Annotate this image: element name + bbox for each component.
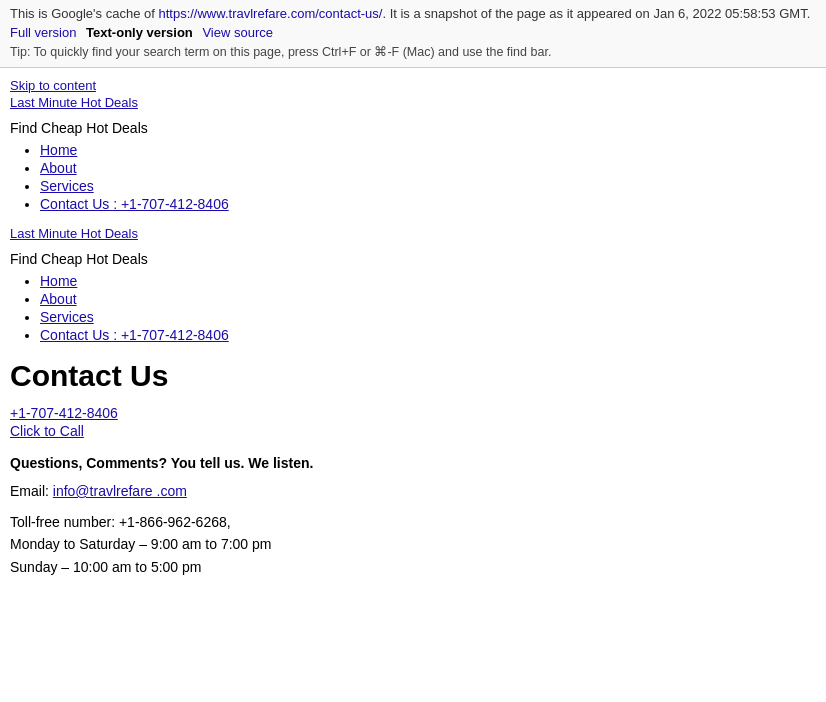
nav2-about-link[interactable]: About: [40, 291, 77, 307]
nav2-item-contact: Contact Us : +1-707-412-8406: [40, 327, 816, 343]
nav2-item-services: Services: [40, 309, 816, 325]
nav1-home-link[interactable]: Home: [40, 142, 77, 158]
cached-url-link[interactable]: https://www.travlrefare.com/contact-us/: [158, 6, 382, 21]
find-cheap-heading-1: Find Cheap Hot Deals: [10, 120, 816, 136]
nav-menu-2: Home About Services Contact Us : +1-707-…: [10, 273, 816, 343]
skip-to-content-link[interactable]: Skip to content: [10, 78, 816, 93]
contact-us-heading: Contact Us: [10, 359, 816, 393]
nav2-services-link[interactable]: Services: [40, 309, 94, 325]
last-minute-hot-deals-link-2[interactable]: Last Minute Hot Deals: [10, 226, 816, 241]
nav1-contact-link[interactable]: Contact Us : +1-707-412-8406: [40, 196, 229, 212]
toll-free-number: Toll-free number: +1-866-962-6268,: [10, 514, 231, 530]
view-source-link[interactable]: View source: [202, 25, 273, 40]
click-to-call-link[interactable]: Click to Call: [10, 423, 816, 439]
main-content: Skip to content Last Minute Hot Deals Fi…: [0, 68, 826, 598]
tip-text: Tip: To quickly find your search term on…: [10, 44, 816, 59]
cache-notice: This is Google's cache of https://www.tr…: [10, 6, 816, 21]
nav-menu-1: Home About Services Contact Us : +1-707-…: [10, 142, 816, 212]
nav2-item-home: Home: [40, 273, 816, 289]
nav2-item-about: About: [40, 291, 816, 307]
nav1-about-link[interactable]: About: [40, 160, 77, 176]
cache-notice-suffix: . It is a snapshot of the page as it app…: [382, 6, 810, 21]
cache-bar: This is Google's cache of https://www.tr…: [0, 0, 826, 68]
nav1-item-contact: Contact Us : +1-707-412-8406: [40, 196, 816, 212]
text-only-version-label: Text-only version: [86, 25, 193, 40]
nav1-services-link[interactable]: Services: [40, 178, 94, 194]
hours-line1: Monday to Saturday – 9:00 am to 7:00 pm: [10, 536, 272, 552]
questions-text: Questions, Comments? You tell us. We lis…: [10, 455, 816, 471]
phone-link[interactable]: +1-707-412-8406: [10, 405, 816, 421]
cache-notice-prefix: This is Google's cache of: [10, 6, 158, 21]
section-divider-1: Last Minute Hot Deals Find Cheap Hot Dea…: [10, 226, 816, 343]
nav2-contact-link[interactable]: Contact Us : +1-707-412-8406: [40, 327, 229, 343]
nav2-home-link[interactable]: Home: [40, 273, 77, 289]
nav1-item-about: About: [40, 160, 816, 176]
find-cheap-heading-2: Find Cheap Hot Deals: [10, 251, 816, 267]
toll-free-info: Toll-free number: +1-866-962-6268, Monda…: [10, 511, 816, 578]
nav1-item-services: Services: [40, 178, 816, 194]
email-link[interactable]: info@travlrefare .com: [53, 483, 187, 499]
full-version-link[interactable]: Full version: [10, 25, 76, 40]
email-line: Email: info@travlrefare .com: [10, 483, 816, 499]
hours-line2: Sunday – 10:00 am to 5:00 pm: [10, 559, 201, 575]
last-minute-hot-deals-link-1[interactable]: Last Minute Hot Deals: [10, 95, 816, 110]
email-label: Email:: [10, 483, 53, 499]
nav1-item-home: Home: [40, 142, 816, 158]
version-links: Full version Text-only version View sour…: [10, 25, 816, 40]
